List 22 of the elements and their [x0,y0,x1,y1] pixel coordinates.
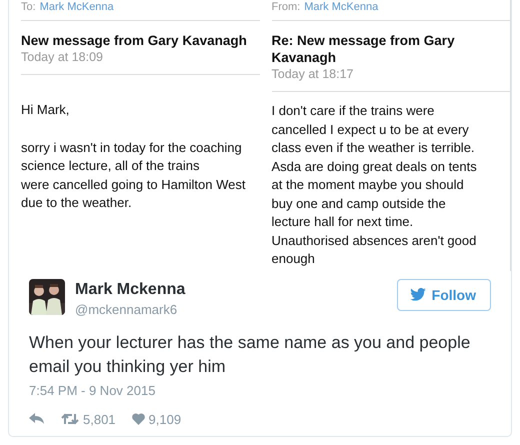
email-subject: New message from Gary Kavanagh [21,32,248,49]
retweet-icon [61,413,79,425]
email-subject: Re: New message from Gary Kavanagh [272,32,456,66]
email-body: I don't care if the trains were cancelled I expect u to be at every class even if the weather is terrible. Asda are doing great deals on tents at the moment maybe you should buy one and camp outside the lecture hall for next time. Unauthorised absences aren't good enough [272,102,478,268]
tweet-text: When your lecturer has the same name as you and people email you thinking yer him [29,332,472,378]
user-handle: @mckennamark6 [75,302,178,316]
reply-icon[interactable] [29,413,45,425]
address-label: From: [272,0,300,15]
follow-button[interactable]: Follow [396,278,491,310]
address-label: To: [21,0,36,15]
heart-icon [132,413,145,425]
email-time: Today at 18:09 [21,50,104,64]
like-count[interactable]: 9,109 [132,412,182,426]
address-link[interactable]: Mark McKenna [40,0,114,20]
user-name: Mark Mckenna [75,280,186,298]
retweet-count[interactable]: 5,801 [61,412,116,426]
address-link[interactable]: Mark McKenna [304,0,378,20]
email-time: Today at 18:17 [272,67,355,81]
email-body: were cancelled going to Hamilton West due to the weather. [21,176,246,212]
email-greeting: Hi Mark, [21,101,70,119]
bird-icon [410,288,426,301]
tweet-timestamp[interactable]: 7:54 PM - 9 Nov 2015 [29,382,491,398]
